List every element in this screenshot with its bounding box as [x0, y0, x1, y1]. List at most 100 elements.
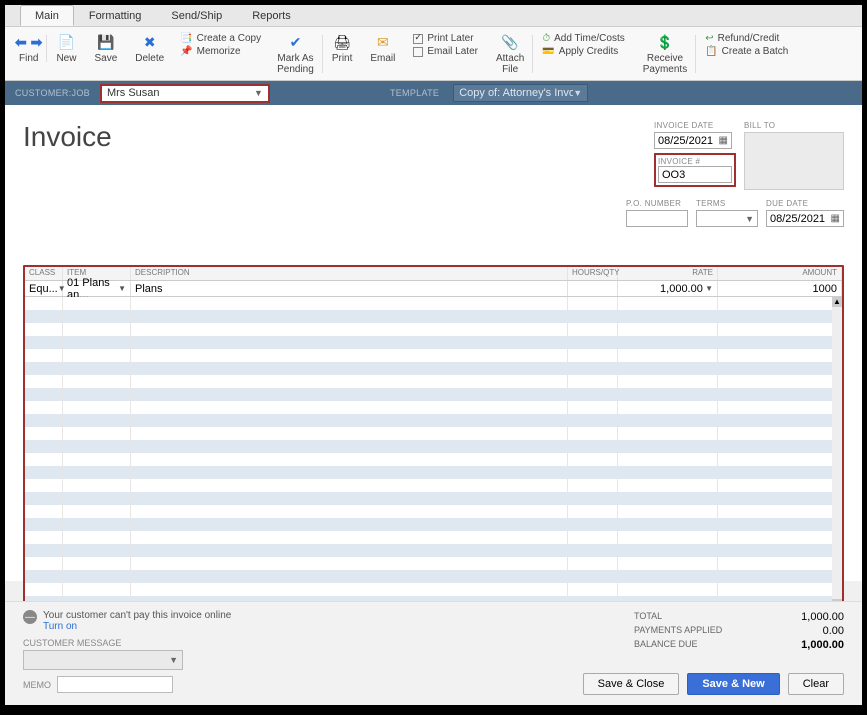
- create-batch-button[interactable]: 📋Create a Batch: [705, 46, 788, 57]
- chevron-down-icon: ▼: [745, 214, 754, 224]
- print-later-checkbox[interactable]: Print Later: [413, 33, 478, 44]
- customer-job-label: CUSTOMER:JOB: [15, 88, 90, 98]
- delete-button[interactable]: ✖ Delete: [129, 33, 170, 64]
- total-value: 1,000.00: [801, 611, 844, 623]
- footer-buttons: Save & Close Save & New Clear: [583, 673, 844, 695]
- nav-arrows-icon[interactable]: ⬅ ➡: [20, 33, 38, 51]
- memorize-icon: 📌: [180, 46, 192, 57]
- cell-hours[interactable]: [568, 281, 618, 296]
- invoice-body: Invoice INVOICE DATE 08/25/2021 ▦ INVOIC…: [5, 105, 862, 581]
- col-hours[interactable]: HOURS/QTY: [568, 267, 618, 280]
- clear-button[interactable]: Clear: [788, 673, 844, 695]
- turn-on-link[interactable]: Turn on: [43, 621, 231, 632]
- scroll-up-icon[interactable]: ▲: [832, 297, 842, 307]
- due-date-label: DUE DATE: [766, 199, 844, 208]
- tab-send-ship[interactable]: Send/Ship: [156, 5, 237, 26]
- balance-value: 1,000.00: [801, 639, 844, 651]
- invoice-num-input[interactable]: OO3: [658, 166, 732, 183]
- email-button[interactable]: ✉ Email: [364, 33, 401, 64]
- col-desc[interactable]: DESCRIPTION: [131, 267, 568, 280]
- cell-rate[interactable]: 1,000.00 ▼: [618, 281, 718, 296]
- cell-class[interactable]: Equ...▼: [25, 281, 63, 296]
- email-icon: ✉: [374, 33, 392, 51]
- calendar-icon[interactable]: ▦: [831, 213, 840, 224]
- col-amount[interactable]: AMOUNT: [718, 267, 842, 280]
- tab-formatting[interactable]: Formatting: [74, 5, 157, 26]
- mark-pending-button[interactable]: ✔ Mark As Pending: [271, 33, 320, 75]
- bill-to-input[interactable]: [744, 132, 844, 190]
- tab-reports[interactable]: Reports: [237, 5, 306, 26]
- chevron-down-icon: ▼: [169, 655, 178, 665]
- receive-payments-button[interactable]: 💲 Receive Payments: [637, 33, 693, 75]
- total-label: TOTAL: [634, 611, 662, 623]
- time-icon: ⏱: [542, 33, 550, 44]
- terms-label: TERMS: [696, 199, 758, 208]
- checkbox-icon: [413, 47, 423, 57]
- mark-pending-icon: ✔: [286, 33, 304, 51]
- invoice-window: Main Formatting Send/Ship Reports ⬅ ➡ Fi…: [5, 5, 862, 705]
- add-time-costs-button[interactable]: ⏱Add Time/Costs: [542, 33, 624, 44]
- template-select[interactable]: Copy of: Attorney's Invoice ▼: [453, 84, 588, 102]
- find-button[interactable]: Find: [19, 53, 38, 64]
- memo-input[interactable]: [57, 676, 173, 693]
- credits-icon: 💳: [542, 46, 554, 57]
- online-pay-text: Your customer can't pay this invoice onl…: [43, 610, 231, 621]
- payments-value: 0.00: [823, 625, 844, 637]
- print-icon: 🖨: [333, 33, 351, 51]
- info-icon: —: [23, 610, 37, 624]
- save-new-button[interactable]: Save & New: [687, 673, 779, 695]
- cell-item[interactable]: 01 Plans an...▼: [63, 281, 131, 296]
- terms-select[interactable]: ▼: [696, 210, 758, 227]
- apply-credits-button[interactable]: 💳Apply Credits: [542, 46, 624, 57]
- print-button[interactable]: 🖨 Print: [326, 33, 359, 64]
- table-body[interactable]: ▲ ▼: [25, 297, 842, 609]
- tab-main[interactable]: Main: [20, 5, 74, 26]
- customer-job-select[interactable]: Mrs Susan ▼: [100, 84, 270, 103]
- invoice-date-input[interactable]: 08/25/2021 ▦: [654, 132, 732, 149]
- attach-icon: 📎: [501, 33, 519, 51]
- cell-amount[interactable]: 1000: [718, 281, 842, 296]
- create-copy-button[interactable]: 📑Create a Copy: [180, 33, 261, 44]
- calendar-icon[interactable]: ▦: [719, 135, 728, 146]
- table-row[interactable]: Equ...▼ 01 Plans an...▼ Plans 1,000.00 ▼…: [25, 281, 842, 297]
- email-later-checkbox[interactable]: Email Later: [413, 46, 478, 57]
- chevron-down-icon: ▼: [573, 88, 582, 98]
- chevron-down-icon: ▼: [254, 88, 263, 98]
- header-fields-2: P.O. NUMBER TERMS ▼ DUE DATE 08/25/2021 …: [626, 199, 844, 227]
- balance-label: BALANCE DUE: [634, 639, 698, 651]
- new-icon: 📄: [57, 33, 75, 51]
- template-label: TEMPLATE: [390, 88, 439, 98]
- refund-icon: ↩: [705, 33, 713, 44]
- header-fields: INVOICE DATE 08/25/2021 ▦ INVOICE # OO3 …: [654, 121, 844, 190]
- chevron-down-icon: ▼: [118, 284, 126, 293]
- attach-button[interactable]: 📎 Attach File: [490, 33, 530, 75]
- footer: — Your customer can't pay this invoice o…: [5, 601, 862, 705]
- memo-label: MEMO: [23, 680, 51, 690]
- save-close-button[interactable]: Save & Close: [583, 673, 680, 695]
- checkbox-checked-icon: [413, 34, 423, 44]
- line-items-table: CLASS ITEM DESCRIPTION HOURS/QTY RATE AM…: [23, 265, 844, 611]
- cell-desc[interactable]: Plans: [131, 281, 568, 296]
- bill-to-label: BILL TO: [744, 121, 844, 130]
- col-rate[interactable]: RATE: [618, 267, 718, 280]
- menu-tabs: Main Formatting Send/Ship Reports: [5, 5, 862, 27]
- col-class[interactable]: CLASS: [25, 267, 63, 280]
- copy-icon: 📑: [180, 33, 192, 44]
- due-date-input[interactable]: 08/25/2021 ▦: [766, 210, 844, 227]
- customer-message-select[interactable]: ▼: [23, 650, 183, 670]
- customer-bar: CUSTOMER:JOB Mrs Susan ▼ TEMPLATE Copy o…: [5, 81, 862, 105]
- batch-icon: 📋: [705, 46, 717, 57]
- toolbar: ⬅ ➡ Find 📄 New 💾 Save ✖ Delete 📑Create a…: [5, 27, 862, 81]
- po-label: P.O. NUMBER: [626, 199, 688, 208]
- table-header: CLASS ITEM DESCRIPTION HOURS/QTY RATE AM…: [25, 267, 842, 281]
- invoice-num-label: INVOICE #: [658, 157, 732, 166]
- po-input[interactable]: [626, 210, 688, 227]
- save-button[interactable]: 💾 Save: [88, 33, 123, 64]
- payments-label: PAYMENTS APPLIED: [634, 625, 722, 637]
- memorize-button[interactable]: 📌Memorize: [180, 46, 261, 57]
- refund-credit-button[interactable]: ↩Refund/Credit: [705, 33, 788, 44]
- scrollbar[interactable]: [832, 297, 842, 609]
- invoice-date-label: INVOICE DATE: [654, 121, 736, 130]
- delete-icon: ✖: [141, 33, 159, 51]
- new-button[interactable]: 📄 New: [50, 33, 82, 64]
